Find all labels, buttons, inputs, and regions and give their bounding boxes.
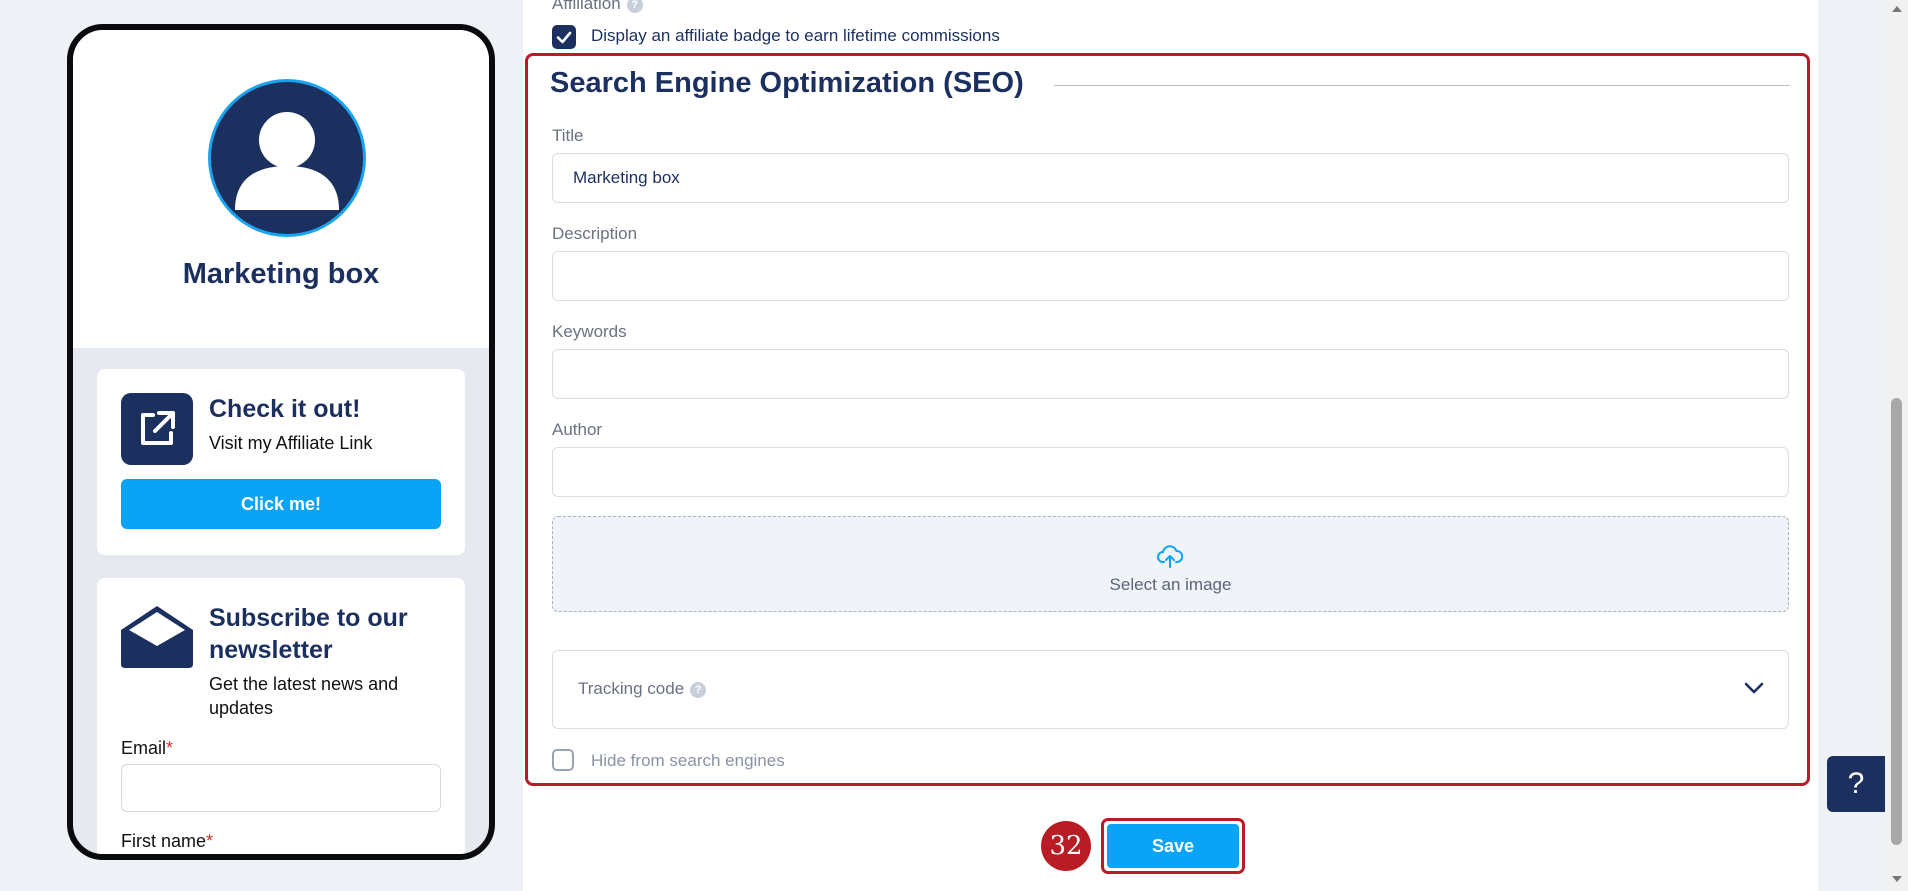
page-scrollbar[interactable] [1887,0,1908,891]
scrollbar-thumb[interactable] [1891,398,1902,845]
hide-from-search-label[interactable]: Hide from search engines [591,751,785,771]
seo-author-input[interactable] [552,447,1789,497]
seo-keywords-input[interactable] [552,349,1789,399]
heading-divider [1054,85,1790,86]
profile-name: Marketing box [182,258,380,290]
external-link-icon [121,393,193,465]
email-label: Email* [121,738,174,758]
seo-title-input[interactable]: Marketing box [552,153,1789,203]
seo-description-input[interactable] [552,251,1789,301]
avatar [211,82,363,234]
scroll-up-icon[interactable] [1892,6,1902,12]
newsletter-email-input[interactable] [121,764,441,812]
newsletter-card-title: Subscribe to our newsletter [209,604,408,664]
seo-heading: Search Engine Optimization (SEO) [550,67,1024,99]
profile-header: Marketing box [73,30,489,348]
help-circle-icon[interactable]: ? [626,0,643,13]
affiliation-label: Affiliation? [552,0,643,14]
author-label: Author [552,420,603,439]
description-label: Description [552,224,638,243]
envelope-icon [121,602,193,674]
first-name-label: First name* [121,831,214,851]
newsletter-card: Subscribe to our newsletter Get the late… [97,578,465,854]
tracking-code-accordion[interactable]: Tracking code? [552,650,1789,729]
save-button[interactable]: Save [1107,824,1239,868]
image-upload-dropzone[interactable]: Select an image [552,516,1789,612]
affiliate-card-subtitle: Visit my Affiliate Link [209,433,373,453]
keywords-label: Keywords [552,322,627,341]
step-number-badge: 32 [1041,821,1091,871]
affiliate-card: Check it out! Visit my Affiliate Link Cl… [97,369,465,555]
scroll-down-icon[interactable] [1892,876,1902,882]
chevron-down-icon [1744,682,1764,694]
help-circle-icon[interactable]: ? [690,681,707,698]
hide-from-search-checkbox[interactable] [552,749,574,771]
tracking-code-label: Tracking code? [578,679,707,699]
settings-panel: Affiliation? Display an affiliate badge … [523,0,1818,891]
affiliate-badge-label[interactable]: Display an affiliate badge to earn lifet… [591,26,1000,46]
mobile-preview: Marketing box Check it out! Visit my Aff… [67,24,495,860]
checkmark-icon [556,31,572,44]
cloud-upload-icon [1157,545,1183,568]
affiliate-card-title: Check it out! [209,395,361,423]
affiliate-badge-checkbox[interactable] [552,25,576,49]
newsletter-card-subtitle: Get the latest news and updates [209,674,399,718]
help-button[interactable]: ? [1827,756,1885,812]
save-button-highlight: Save [1101,818,1245,874]
upload-label: Select an image [1109,575,1232,594]
title-label: Title [552,126,584,145]
click-me-button[interactable]: Click me! [121,479,441,529]
user-silhouette-icon [235,112,339,210]
